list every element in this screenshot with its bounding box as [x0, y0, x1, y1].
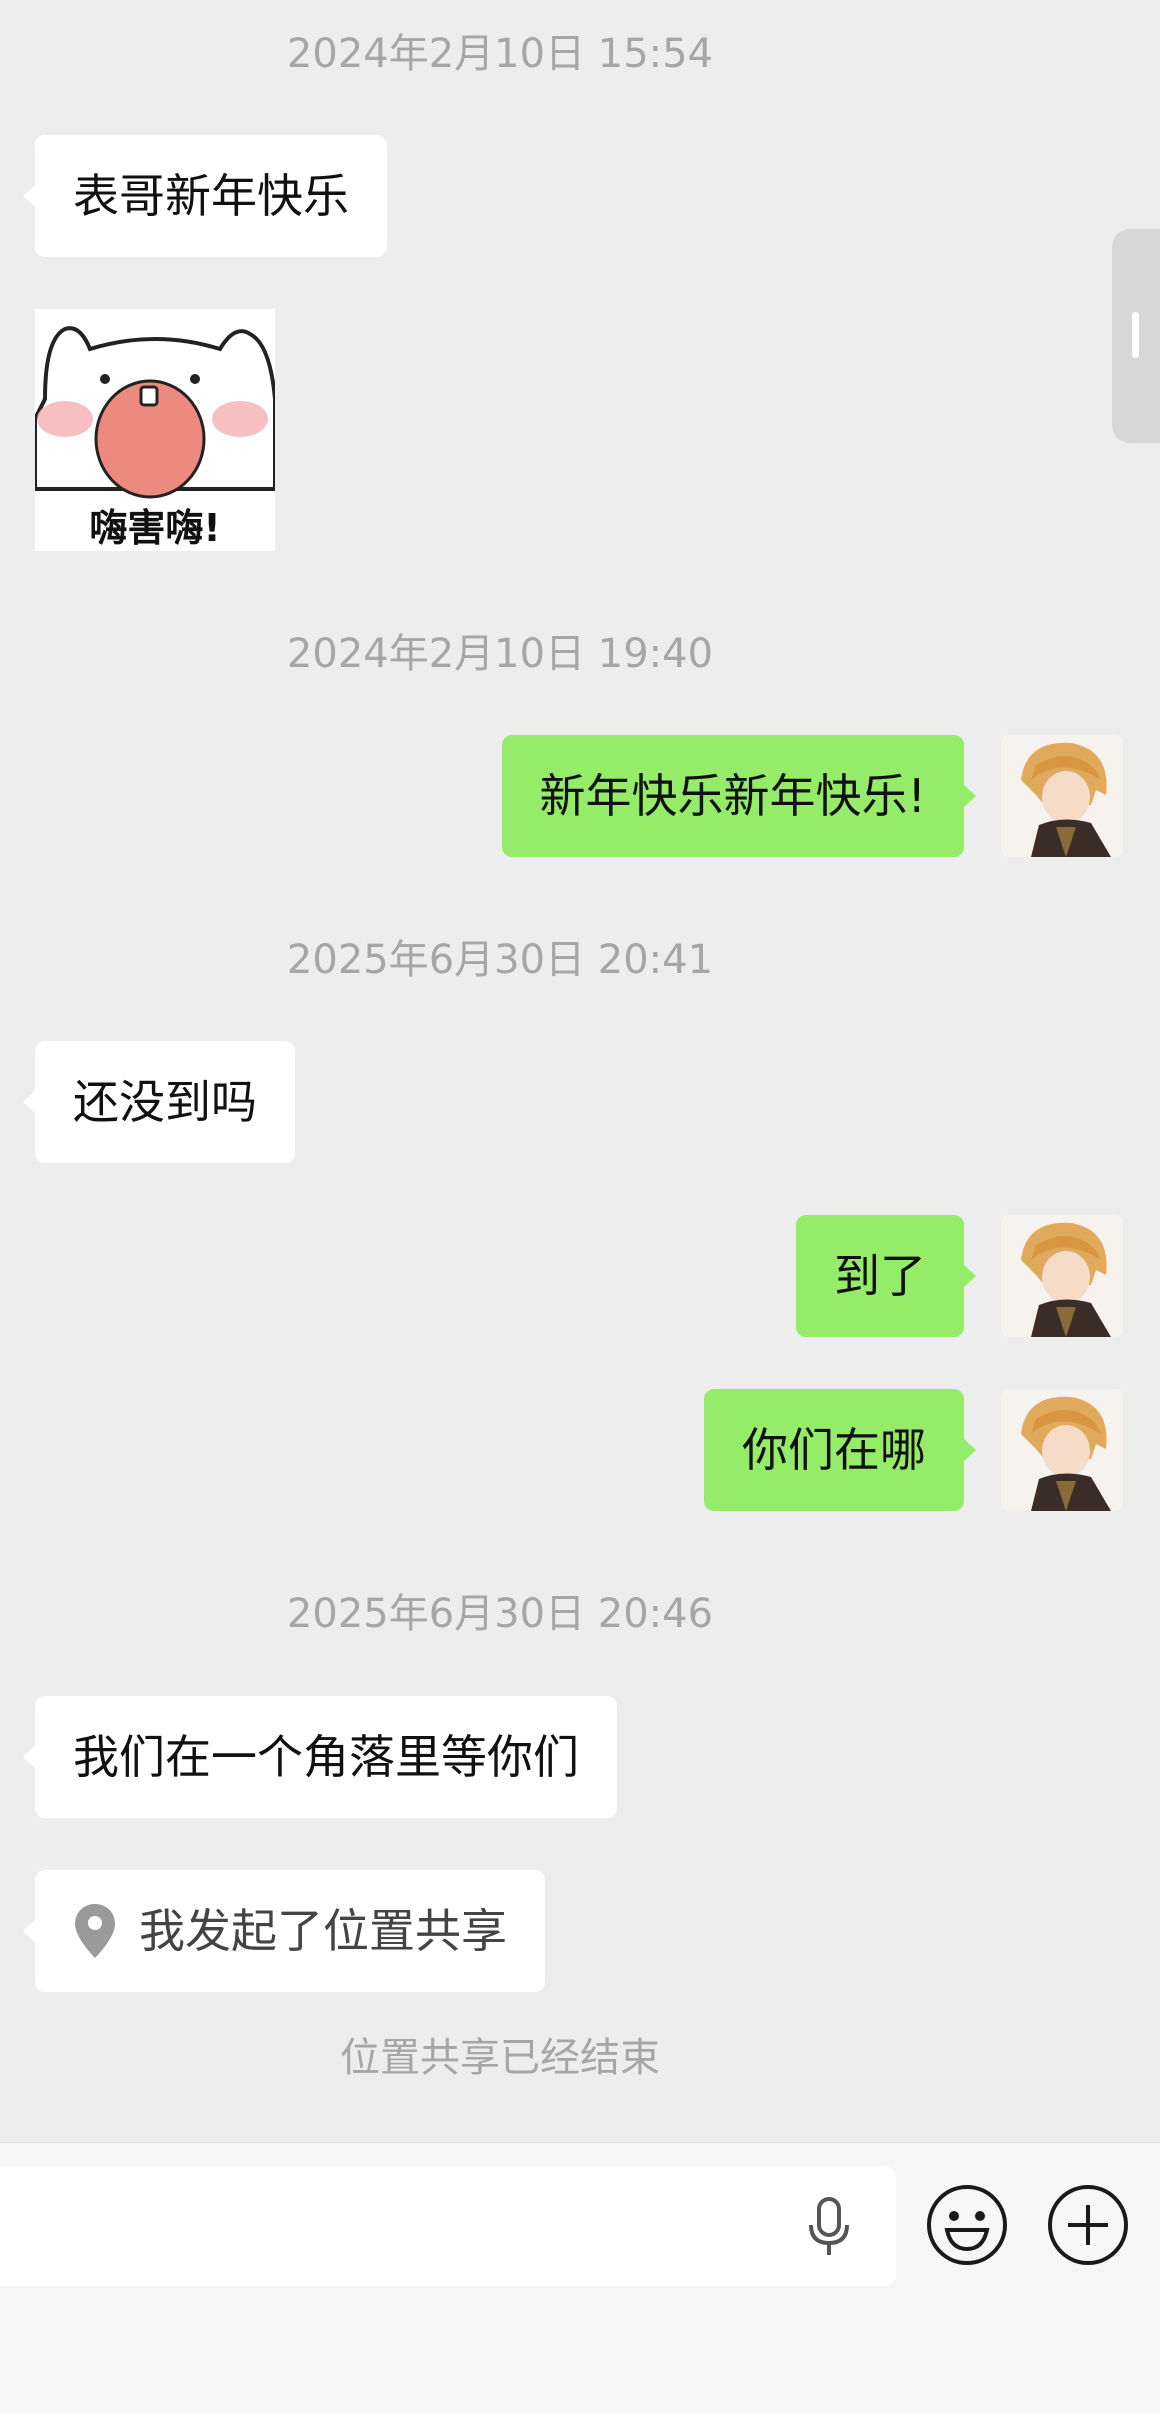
system-notice: 位置共享已经结束: [340, 2035, 660, 2081]
my-avatar[interactable]: [1001, 1389, 1123, 1511]
plus-icon[interactable]: [1046, 2183, 1130, 2267]
location-share-bubble[interactable]: 我发起了位置共享: [23, 1870, 545, 1992]
my-avatar[interactable]: [1001, 1215, 1123, 1337]
emoji-icon[interactable]: [925, 2183, 1009, 2267]
incoming-message-bubble[interactable]: 还没到吗: [23, 1041, 295, 1163]
location-share-label: 我发起了位置共享: [139, 1904, 507, 1958]
anime-avatar-icon: [1001, 1389, 1123, 1511]
timestamp: 2025年6月30日 20:41: [286, 937, 714, 983]
timestamp: 2025年6月30日 20:46: [286, 1591, 714, 1637]
floating-side-handle[interactable]: [1112, 229, 1160, 443]
incoming-message-bubble[interactable]: 我们在一个角落里等你们: [23, 1696, 617, 1818]
incoming-message-bubble[interactable]: 表哥新年快乐: [23, 135, 387, 257]
timestamp: 2024年2月10日 15:54: [286, 31, 714, 77]
anime-avatar-icon: [1001, 1215, 1123, 1337]
timestamp: 2024年2月10日 19:40: [286, 631, 714, 677]
location-pin-icon: [75, 1904, 115, 1958]
message-input[interactable]: [0, 2166, 896, 2286]
outgoing-message-bubble[interactable]: 你们在哪: [704, 1389, 976, 1511]
outgoing-message-bubble[interactable]: 到了: [796, 1215, 976, 1337]
anime-avatar-icon: [1001, 735, 1123, 857]
sticker-caption: 嗨害嗨!: [89, 506, 221, 550]
outgoing-message-bubble[interactable]: 新年快乐新年快乐!: [501, 735, 977, 857]
my-avatar[interactable]: [1001, 735, 1123, 857]
microphone-icon[interactable]: [804, 2197, 854, 2259]
sticker-message[interactable]: 嗨害嗨!: [35, 309, 275, 551]
